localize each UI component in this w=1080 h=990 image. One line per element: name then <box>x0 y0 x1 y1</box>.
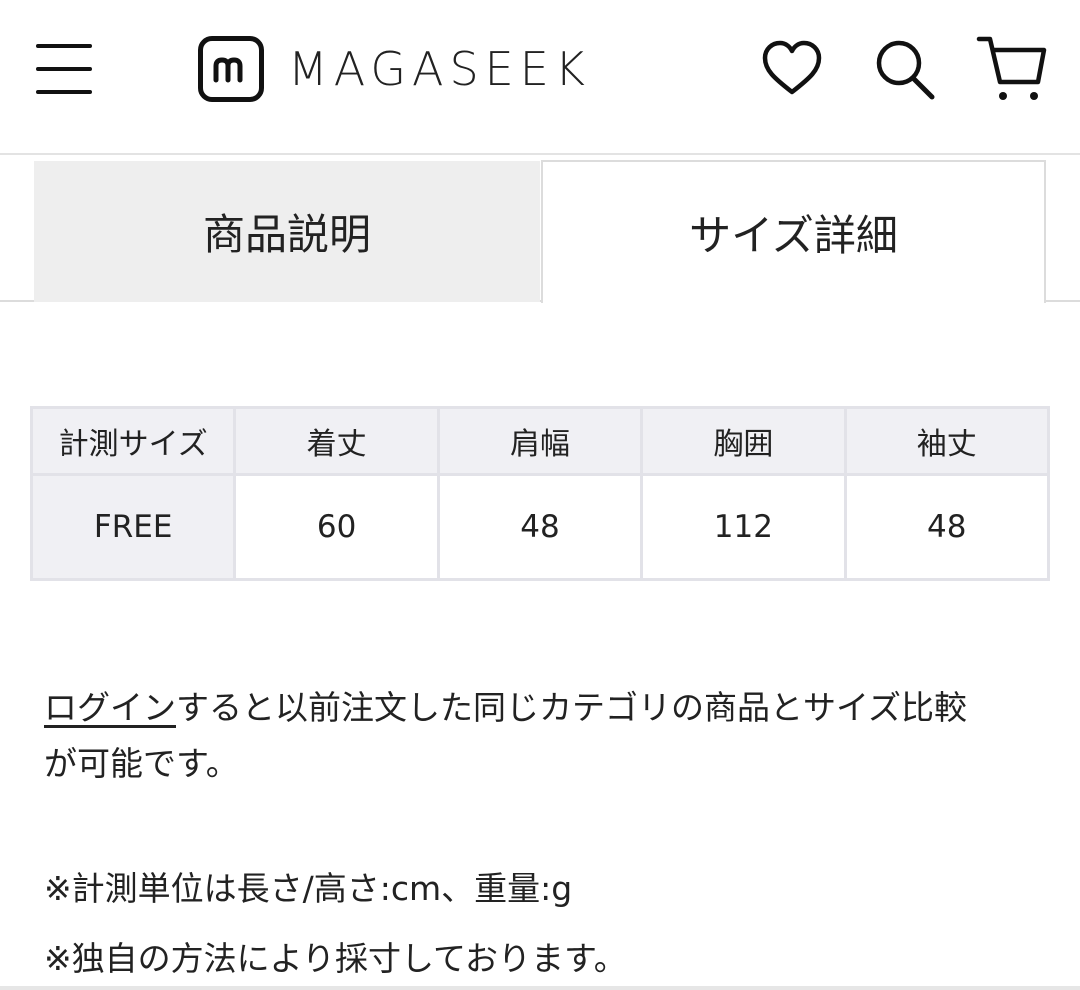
size-notes: ログインすると以前注文した同じカテゴリの商品とサイズ比較 が可能です。 ※計測単… <box>44 680 1044 978</box>
column-header-size: 計測サイズ <box>29 406 237 476</box>
column-header-chest: 胸囲 <box>640 406 847 476</box>
brand-name: MAGASEEK <box>288 42 591 96</box>
column-header-sleeve: 袖丈 <box>843 406 1051 476</box>
size-detail-page: MAGASEEK 商品説明 サイズ詳細 計測サイズ 着丈 肩幅 胸囲 袖丈 FR… <box>0 0 1080 990</box>
login-link[interactable]: ログイン <box>44 688 176 727</box>
site-header: MAGASEEK <box>0 0 1080 155</box>
logo-icon <box>198 36 264 102</box>
size-name-cell: FREE <box>29 473 237 581</box>
length-cell: 60 <box>233 473 440 581</box>
login-note: ログインすると以前注文した同じカテゴリの商品とサイズ比較 <box>44 680 1044 736</box>
size-table: 計測サイズ 着丈 肩幅 胸囲 袖丈 FREE 60 48 112 48 <box>29 406 1051 581</box>
table-header-row: 計測サイズ 着丈 肩幅 胸囲 袖丈 <box>29 406 1051 476</box>
chest-cell: 112 <box>640 473 847 581</box>
login-note-continued: が可能です。 <box>44 744 239 783</box>
sleeve-cell: 48 <box>843 473 1051 581</box>
table-row: FREE 60 48 112 48 <box>29 473 1051 581</box>
heart-icon[interactable] <box>760 36 824 102</box>
brand-logo[interactable]: MAGASEEK <box>198 32 591 106</box>
product-tabs: 商品説明 サイズ詳細 <box>0 158 1080 304</box>
login-note-text: すると以前注文した同じカテゴリの商品とサイズ比較 <box>176 688 968 727</box>
column-header-shoulder: 肩幅 <box>436 406 644 476</box>
tab-size-details[interactable]: サイズ詳細 <box>541 160 1046 303</box>
shoulder-cell: 48 <box>436 473 644 581</box>
column-header-length: 着丈 <box>233 406 440 476</box>
measurement-method-note: ※独自の方法により採寸しております。 <box>44 939 627 978</box>
search-icon[interactable] <box>872 36 936 102</box>
cart-icon[interactable] <box>976 36 1048 102</box>
menu-icon[interactable] <box>36 44 92 96</box>
tab-divider <box>1044 300 1080 302</box>
tab-product-description[interactable]: 商品説明 <box>34 161 540 302</box>
units-note: ※計測単位は長さ/高さ:cm、重量:g <box>44 869 573 908</box>
bottom-divider <box>0 986 1080 990</box>
